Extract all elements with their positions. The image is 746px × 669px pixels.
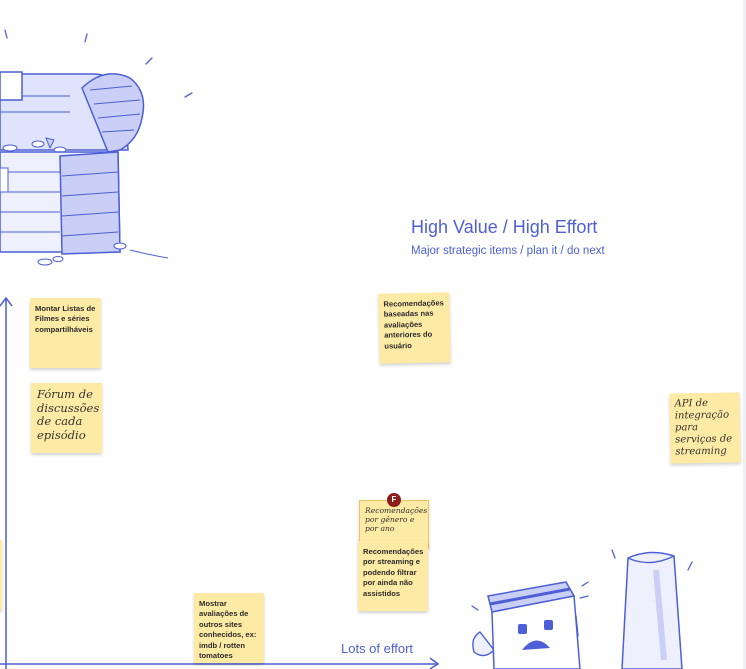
sticky-note-text: Recomendações baseadas nas avaliações an… [383,298,444,351]
sticky-note-text: Recomendações por gênero e por ano [365,506,428,534]
effort-axis-label: Lots of effort [341,641,414,656]
sticky-note[interactable]: API de integração para serviços de strea… [669,392,741,464]
sticky-note[interactable]: Fórum de discussões de cada episódio [31,383,102,453]
sticky-note-text: API de integração para serviços de strea… [674,397,733,458]
sticky-note[interactable]: Mostrar avaliações de outros sites conhe… [194,593,264,663]
value-axis [0,296,13,669]
sticky-note-text: Mostrar avaliações de outros sites conhe… [199,599,257,661]
sticky-note[interactable]: Recomendações por streaming e podendo fi… [358,541,428,611]
quadrant-subtitle: Major strategic items / plan it / do nex… [411,245,605,257]
sticky-note[interactable]: Montar Listas de Filmes e séries compart… [30,298,101,368]
quadrant-title: High Value / High Effort [411,217,598,237]
whiteboard-canvas[interactable]: High Value / High Effort Major strategic… [0,0,746,669]
sticky-note-partial[interactable] [0,540,2,610]
sticky-note-text: Montar Listas de Filmes e séries compart… [35,304,96,334]
sad-jars-illustration [471,549,693,669]
treasure-chest-illustration [0,29,193,266]
collaborator-cursor-badge: F [387,493,401,507]
sticky-note-text: Fórum de discussões de cada episódio [37,387,100,442]
sticky-note-text: Recomendações por streaming e podendo fi… [363,547,424,598]
sticky-note[interactable]: Recomendações baseadas nas avaliações an… [378,292,451,364]
